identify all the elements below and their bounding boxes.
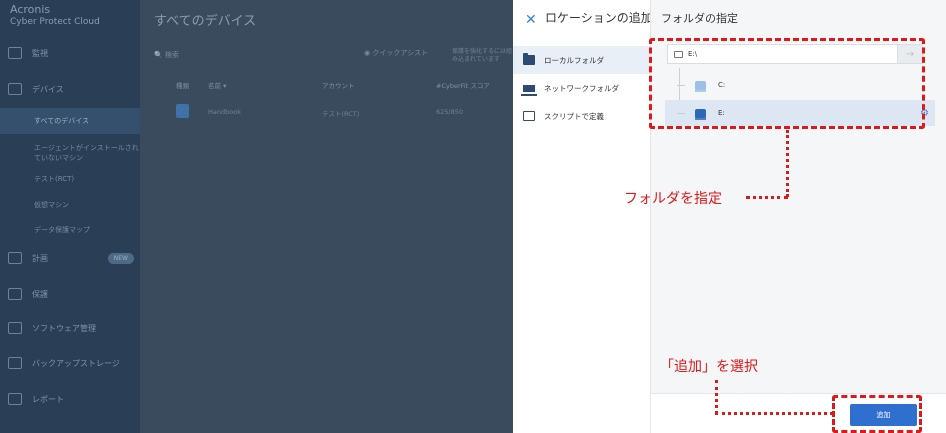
sidebar-item-monitoring[interactable]: 監視 (0, 40, 140, 66)
sidebar-item-devices[interactable]: デバイス (0, 76, 140, 102)
network-folder-icon (521, 84, 537, 96)
script-icon (523, 111, 535, 121)
tree-item-drive-e[interactable]: E: ⚙ (665, 100, 935, 126)
search-input[interactable]: 🔍 検索 (154, 50, 179, 60)
sidebar-item-data-map[interactable]: データ保護マップ (0, 217, 140, 243)
quick-assist-button[interactable]: ◉ クイックアシスト (364, 48, 428, 58)
folder-outline-icon (674, 50, 683, 58)
report-icon (8, 393, 22, 405)
sidebar-item-vms[interactable]: 仮想マシン (0, 192, 140, 218)
annotation-add-note: 「追加」を選択 (660, 359, 758, 375)
drive-icon (695, 108, 706, 120)
add-button[interactable]: 追加 (850, 404, 917, 426)
annotation-connector (715, 412, 833, 415)
gear-icon[interactable]: ⚙ (920, 108, 929, 119)
monitor-icon (8, 47, 22, 59)
folder-icon (523, 53, 535, 65)
device-name[interactable]: Handbook (208, 108, 241, 116)
background-app: Acronis Cyber Protect Cloud 監視 デバイス すべての… (0, 0, 513, 433)
sidebar-item-test[interactable]: テスト(RCT) (0, 166, 140, 192)
sidebar-item-all-devices[interactable]: すべてのデバイス (0, 108, 140, 134)
sidebar: Acronis Cyber Protect Cloud 監視 デバイス すべての… (0, 0, 140, 433)
shield-icon (8, 288, 22, 300)
location-type-list: ローカルフォルダ ネットワークフォルダ スクリプトで定義 (513, 46, 650, 130)
column-header-cyberfit[interactable]: #CyberFit スコア (436, 80, 490, 90)
software-icon (8, 322, 22, 334)
go-arrow-button[interactable]: → (897, 44, 923, 64)
location-script[interactable]: スクリプトで定義 (513, 102, 650, 130)
device-list-area: すべてのデバイス 🔍 検索 ◉ クイックアシスト 保護を強化するには組み込まれて… (140, 0, 513, 433)
folder-path-input[interactable]: E:\ (667, 44, 923, 64)
device-icon (176, 104, 189, 118)
devices-icon (8, 83, 22, 95)
column-header-type[interactable]: 種類 (176, 80, 189, 90)
annotation-folder-note: フォルダを指定 (624, 191, 722, 207)
plans-icon (8, 252, 22, 264)
sidebar-item-software[interactable]: ソフトウェア管理 (0, 315, 140, 341)
drive-icon (695, 80, 706, 92)
location-local-folder[interactable]: ローカルフォルダ (513, 46, 650, 74)
sidebar-item-unprotected[interactable]: エージェントがインストールされていないマシン (0, 138, 140, 168)
sidebar-item-reports[interactable]: レポート (0, 386, 140, 412)
panel-title: ロケーションの追加 (545, 11, 653, 25)
column-header-account[interactable]: アカウント (322, 80, 355, 90)
sidebar-item-plans[interactable]: 計画 NEW (0, 245, 140, 271)
tree-item-drive-c[interactable]: C: (665, 72, 935, 98)
annotation-connector (746, 196, 788, 199)
brand-logo: Acronis Cyber Protect Cloud (10, 3, 100, 28)
close-icon[interactable]: ✕ (525, 13, 537, 27)
sidebar-item-protection[interactable]: 保護 (0, 281, 140, 307)
folder-specify-title: フォルダの指定 (661, 12, 738, 25)
location-network-folder[interactable]: ネットワークフォルダ (513, 74, 650, 102)
page-title: すべてのデバイス (154, 14, 257, 29)
storage-icon (8, 357, 22, 369)
sidebar-item-storage[interactable]: バックアップストレージ (0, 350, 140, 376)
annotation-connector (786, 130, 789, 197)
device-account: テスト(RCT) (322, 110, 360, 118)
quick-assist-note: 保護を強化するには組み込まれています (452, 48, 513, 63)
device-score: 625/850 (436, 108, 464, 116)
new-badge: NEW (107, 252, 134, 264)
column-header-name[interactable]: 名前 ▾ (208, 80, 226, 90)
annotation-connector (715, 380, 718, 414)
